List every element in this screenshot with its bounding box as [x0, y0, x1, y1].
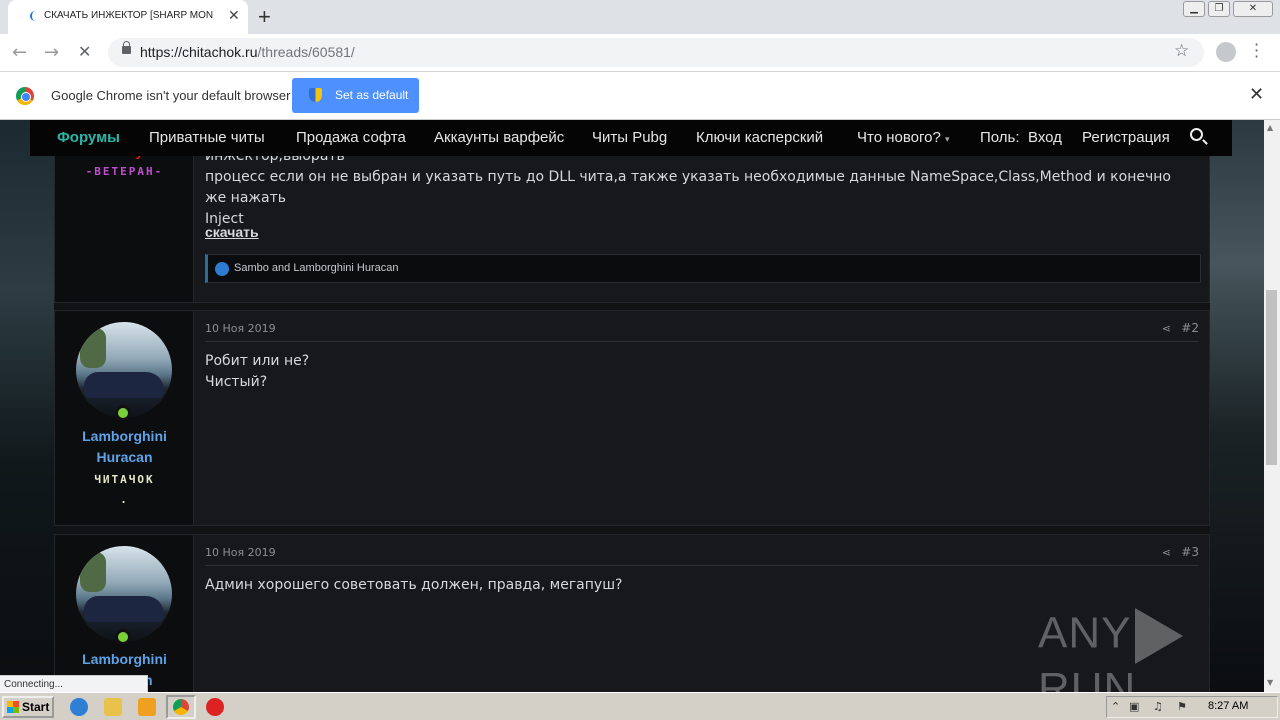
minimize-button[interactable]: ▁ [1183, 1, 1205, 17]
play-logo-icon [1135, 608, 1184, 664]
download-link[interactable]: скачать [205, 224, 259, 240]
window-close-button[interactable]: ✕ [1233, 1, 1273, 17]
post-3: Lamborghini Huracan 10 Ноя 2019 ⋖ #3 Адм… [54, 534, 1210, 692]
post-date[interactable]: 10 Ноя 2019 [205, 546, 276, 559]
post-number[interactable]: #2 [1181, 321, 1199, 335]
user-avatar[interactable] [76, 322, 172, 418]
online-status-icon [115, 405, 131, 421]
scroll-thumb[interactable] [1266, 290, 1277, 465]
share-icon[interactable]: ⋖ [1162, 546, 1171, 559]
username-line1[interactable]: Lamborghini [55, 426, 194, 447]
explorer-folder-icon[interactable] [104, 698, 122, 716]
stop-sign-icon[interactable] [206, 698, 224, 716]
tab-title: СКАЧАТЬ ИНЖЕКТОР [SHARP MON [44, 10, 214, 21]
loading-icon [30, 11, 36, 21]
background-art-right [1210, 120, 1264, 692]
infobar-close-button[interactable]: ✕ [1249, 84, 1264, 105]
nav-whats-new[interactable]: Что нового? ▾ [857, 129, 950, 146]
ie-icon[interactable] [70, 698, 88, 716]
chrome-taskbar-button[interactable] [166, 695, 196, 719]
tab-close-button[interactable]: ✕ [228, 8, 240, 24]
search-icon[interactable] [1190, 128, 1203, 141]
reactions-text[interactable]: Sambo and Lamborghini Huracan [234, 262, 399, 274]
online-status-icon [115, 629, 131, 645]
tray-expand-icon[interactable]: ⌃ [1111, 700, 1125, 714]
new-tab-button[interactable]: + [258, 4, 271, 30]
url-text: https://chitachok.ru/threads/60581/ [140, 44, 355, 60]
volume-icon[interactable]: ♫ [1153, 700, 1167, 714]
page-viewport: Мегапуш -ВЕТЕРАН- Unity,например такую к… [0, 120, 1264, 692]
tab-strip: СКАЧАТЬ ИНЖЕКТОР [SHARP MON ✕ + ▁ ❐ ✕ [0, 0, 1280, 34]
windows-taskbar: Start ⌃ ▣ ♫ ⚑ 8:27 AM [0, 692, 1280, 720]
post-2: Lamborghini Huracan ЧИТАЧОК . 10 Ноя 201… [54, 310, 1210, 526]
share-icon[interactable]: ⋖ [1162, 322, 1171, 335]
nav-kaspersky-keys[interactable]: Ключи касперский [696, 129, 823, 146]
forum-navbar: Форумы Приватные читы Продажа софта Акка… [30, 120, 1232, 156]
like-icon [215, 262, 229, 276]
nav-software-sale[interactable]: Продажа софта [296, 129, 406, 146]
start-label: Start [22, 700, 50, 714]
post-body-line: Админ хорошего советовать должен, правда… [205, 577, 623, 593]
post-divider [205, 565, 1199, 566]
reactions-bar[interactable]: Sambo and Lamborghini Huracan [205, 254, 1201, 283]
nav-pubg-cheats[interactable]: Читы Pubg [592, 129, 667, 146]
set-as-default-button[interactable]: Set as default [292, 78, 419, 113]
page-scrollbar[interactable]: ▲ ▼ [1264, 120, 1280, 692]
nav-forums[interactable]: Форумы [57, 129, 120, 146]
post-number[interactable]: #3 [1181, 545, 1199, 559]
username-line2[interactable]: Huracan [55, 447, 194, 468]
nav-private-cheats[interactable]: Приватные читы [149, 129, 265, 146]
user-title: ЧИТАЧОК [94, 473, 155, 486]
post-body-line: Inject [205, 211, 244, 227]
chrome-menu-icon[interactable]: · · · [1254, 37, 1259, 65]
profile-avatar[interactable] [1216, 42, 1236, 62]
start-button[interactable]: Start [2, 696, 54, 718]
post-divider [205, 341, 1199, 342]
scroll-down-arrow-icon[interactable]: ▼ [1267, 678, 1273, 687]
set-as-default-label: Set as default [335, 88, 409, 102]
username-line1[interactable]: Lamborghini [55, 649, 194, 670]
action-center-flag-icon[interactable]: ⚑ [1177, 700, 1191, 714]
user-title-veteran: -ВЕТЕРАН- [85, 165, 164, 178]
dropdown-arrow-icon: ▾ [944, 134, 950, 144]
post-body-line: Чистый? [205, 374, 268, 390]
post-body: Робит или не? Чистый? [205, 351, 309, 393]
uac-shield-icon [309, 88, 322, 102]
bookmark-star-icon[interactable]: ☆ [1174, 41, 1189, 61]
windows-logo-icon [7, 701, 19, 713]
infobar-message: Google Chrome isn't your default browser [51, 88, 291, 103]
post-body-line: процесс если он не выбран и указать путь… [205, 169, 1171, 206]
clock[interactable]: 8:27 AM [1208, 700, 1248, 712]
background-art-left [0, 120, 54, 692]
system-tray: ⌃ ▣ ♫ ⚑ 8:27 AM [1106, 696, 1278, 718]
post-body: Админ хорошего советовать должен, правда… [205, 575, 622, 596]
media-player-icon[interactable] [138, 698, 156, 716]
nav-login[interactable]: Вход [1028, 129, 1062, 146]
user-extra: . [120, 493, 129, 506]
chrome-logo-icon [16, 87, 34, 105]
chrome-taskbar-icon [173, 699, 189, 715]
address-bar[interactable]: https://chitachok.ru/threads/60581/ ☆ [108, 38, 1204, 67]
user-avatar[interactable] [76, 546, 172, 642]
post-user-panel: Lamborghini Huracan ЧИТАЧОК . [55, 311, 194, 525]
status-bubble: Connecting... [0, 675, 148, 693]
scroll-up-arrow-icon[interactable]: ▲ [1267, 123, 1273, 132]
lock-icon [122, 41, 131, 54]
nav-user-label: Поль: [980, 129, 1020, 146]
stop-loading-button[interactable]: ✕ [78, 42, 91, 61]
nav-register[interactable]: Регистрация [1082, 129, 1170, 146]
default-browser-infobar: Google Chrome isn't your default browser… [0, 72, 1280, 120]
forward-button[interactable]: → [44, 42, 59, 63]
post-body-line: Робит или не? [205, 353, 310, 369]
post-user-panel: Lamborghini Huracan [55, 535, 194, 692]
network-icon[interactable]: ▣ [1129, 700, 1143, 714]
back-button[interactable]: ← [12, 42, 27, 63]
nav-warface-accounts[interactable]: Аккаунты варфейс [434, 129, 564, 146]
browser-tab[interactable]: СКАЧАТЬ ИНЖЕКТОР [SHARP MON ✕ [8, 0, 248, 34]
browser-toolbar: ← → ✕ https://chitachok.ru/threads/60581… [0, 34, 1280, 72]
post-date[interactable]: 10 Ноя 2019 [205, 322, 276, 335]
maximize-button[interactable]: ❐ [1208, 1, 1230, 17]
